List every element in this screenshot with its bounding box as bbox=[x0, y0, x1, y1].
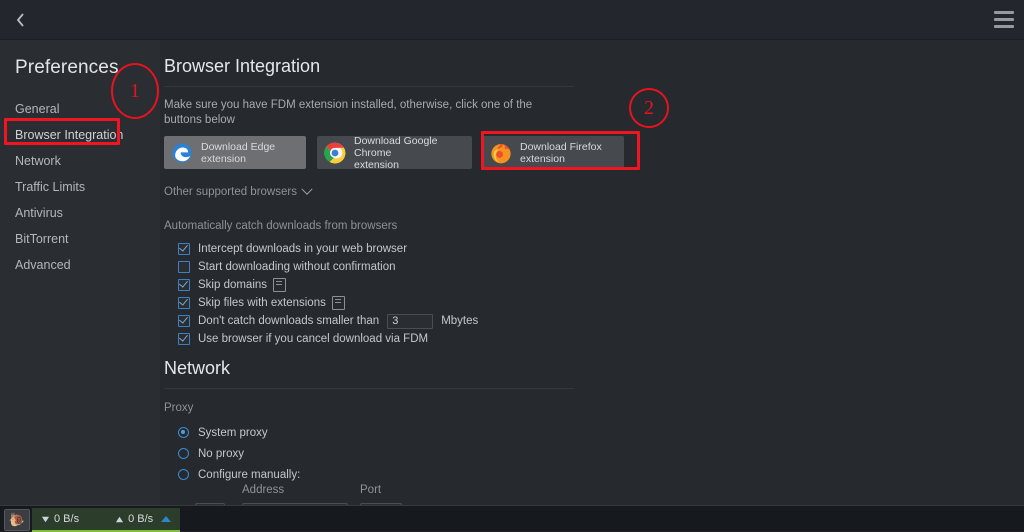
checkbox-row-use-browser-on-cancel[interactable]: Use browser if you cancel download via F… bbox=[178, 330, 478, 348]
radio-configure-manually[interactable] bbox=[178, 469, 189, 480]
checkbox-use-browser-on-cancel[interactable] bbox=[178, 333, 190, 345]
checkbox-label-intercept-downloads: Intercept downloads in your web browser bbox=[198, 243, 408, 255]
hamburger-menu-icon[interactable] bbox=[994, 11, 1014, 28]
sidebar-item-network[interactable]: Network bbox=[0, 148, 160, 174]
chevron-down-icon bbox=[301, 183, 313, 195]
chrome-button-label: Download Google Chrome extension bbox=[354, 134, 438, 171]
checkbox-row-start-without-confirmation[interactable]: Start downloading without confirmation bbox=[178, 258, 478, 276]
sidebar-item-advanced[interactable]: Advanced bbox=[0, 252, 160, 278]
sidebar-item-antivirus[interactable]: Antivirus bbox=[0, 200, 160, 226]
preferences-title: Preferences bbox=[15, 57, 119, 78]
upload-speed-value: 0 B/s bbox=[128, 513, 154, 525]
checkbox-intercept-downloads[interactable] bbox=[178, 243, 190, 255]
status-bar: 🐌 0 B/s 0 B/s bbox=[0, 505, 1024, 532]
arrow-down-icon bbox=[41, 516, 50, 522]
download-firefox-extension-button[interactable]: Download Firefox extension bbox=[483, 136, 624, 169]
back-button[interactable] bbox=[6, 7, 34, 33]
min-download-size-input[interactable] bbox=[387, 313, 434, 329]
speed-panel[interactable]: 0 B/s 0 B/s bbox=[32, 508, 180, 532]
radio-row-configure-manually[interactable]: Configure manually: bbox=[178, 464, 300, 485]
proxy-radio-group: System proxy No proxy Configure manually… bbox=[178, 422, 300, 485]
radio-label-system-proxy: System proxy bbox=[198, 426, 268, 439]
extension-description: Make sure you have FDM extension install… bbox=[164, 99, 533, 126]
checkbox-row-skip-domains[interactable]: Skip domains bbox=[178, 276, 478, 294]
caret-up-icon[interactable] bbox=[161, 516, 171, 522]
proxy-label: Proxy bbox=[164, 402, 194, 414]
preferences-sidebar: Preferences General Browser Integration … bbox=[0, 40, 160, 531]
network-heading: Network bbox=[164, 358, 231, 378]
radio-row-no-proxy[interactable]: No proxy bbox=[178, 443, 300, 464]
arrow-up-icon bbox=[115, 516, 124, 522]
other-supported-browsers-label: Other supported browsers bbox=[164, 186, 297, 198]
checkbox-label-skip-extensions: Skip files with extensions bbox=[198, 297, 326, 309]
proxy-port-label: Port bbox=[360, 484, 382, 496]
preferences-content: Browser Integration Make sure you have F… bbox=[160, 40, 1024, 531]
checkbox-skip-extensions[interactable] bbox=[178, 297, 190, 309]
sidebar-item-traffic-limits[interactable]: Traffic Limits bbox=[0, 174, 160, 200]
checkbox-skip-domains[interactable] bbox=[178, 279, 190, 291]
download-edge-extension-button[interactable]: Download Edge extension bbox=[164, 136, 306, 169]
radio-row-system-proxy[interactable]: System proxy bbox=[178, 422, 300, 443]
extension-buttons-row: Download Edge extension Download Google … bbox=[164, 134, 624, 171]
browser-integration-heading: Browser Integration bbox=[164, 56, 321, 76]
radio-system-proxy[interactable] bbox=[178, 427, 189, 438]
checkbox-label-start-without-confirmation: Start downloading without confirmation bbox=[198, 261, 396, 273]
checkbox-label-skip-domains: Skip domains bbox=[198, 279, 268, 291]
radio-no-proxy[interactable] bbox=[178, 448, 189, 459]
checkbox-row-min-size[interactable]: Don't catch downloads smaller than Mbyte… bbox=[178, 312, 478, 330]
download-speed-value: 0 B/s bbox=[54, 513, 80, 525]
heading-divider-network bbox=[164, 388, 574, 389]
chrome-logo-icon bbox=[324, 142, 346, 164]
min-download-size-unit: Mbytes bbox=[441, 315, 479, 327]
auto-catch-checkbox-group: Intercept downloads in your web browser … bbox=[178, 240, 478, 348]
proxy-address-label: Address bbox=[242, 484, 285, 496]
edge-logo-icon bbox=[171, 142, 193, 164]
heading-divider-browser bbox=[164, 86, 574, 87]
preferences-nav: General Browser Integration Network Traf… bbox=[0, 96, 160, 278]
checkbox-row-skip-extensions[interactable]: Skip files with extensions bbox=[178, 294, 478, 312]
sidebar-item-bittorrent[interactable]: BitTorrent bbox=[0, 226, 160, 252]
checkbox-row-intercept-downloads[interactable]: Intercept downloads in your web browser bbox=[178, 240, 478, 258]
edit-list-icon-skip-extensions[interactable] bbox=[331, 296, 345, 310]
other-supported-browsers-toggle[interactable]: Other supported browsers bbox=[164, 183, 313, 198]
checkbox-label-use-browser-on-cancel: Use browser if you cancel download via F… bbox=[198, 333, 429, 345]
radio-label-no-proxy: No proxy bbox=[198, 447, 245, 460]
title-bar bbox=[0, 0, 1024, 40]
firefox-button-label: Download Firefox extension bbox=[520, 140, 602, 165]
checkbox-min-download-size[interactable] bbox=[178, 315, 190, 327]
edge-button-label: Download Edge extension bbox=[201, 140, 276, 165]
chevron-left-icon bbox=[16, 13, 24, 27]
download-chrome-extension-button[interactable]: Download Google Chrome extension bbox=[317, 134, 472, 171]
sidebar-item-browser-integration[interactable]: Browser Integration bbox=[0, 122, 160, 148]
auto-catch-label: Automatically catch downloads from brows… bbox=[164, 220, 398, 232]
checkbox-label-min-download-size: Don't catch downloads smaller than bbox=[198, 315, 380, 327]
snail-speed-limit-icon[interactable]: 🐌 bbox=[4, 509, 30, 531]
radio-label-configure-manually: Configure manually: bbox=[198, 468, 301, 481]
edit-list-icon-skip-domains[interactable] bbox=[273, 278, 287, 292]
checkbox-start-without-confirmation[interactable] bbox=[178, 261, 190, 273]
sidebar-item-general[interactable]: General bbox=[0, 96, 160, 122]
firefox-logo-icon bbox=[490, 142, 512, 164]
